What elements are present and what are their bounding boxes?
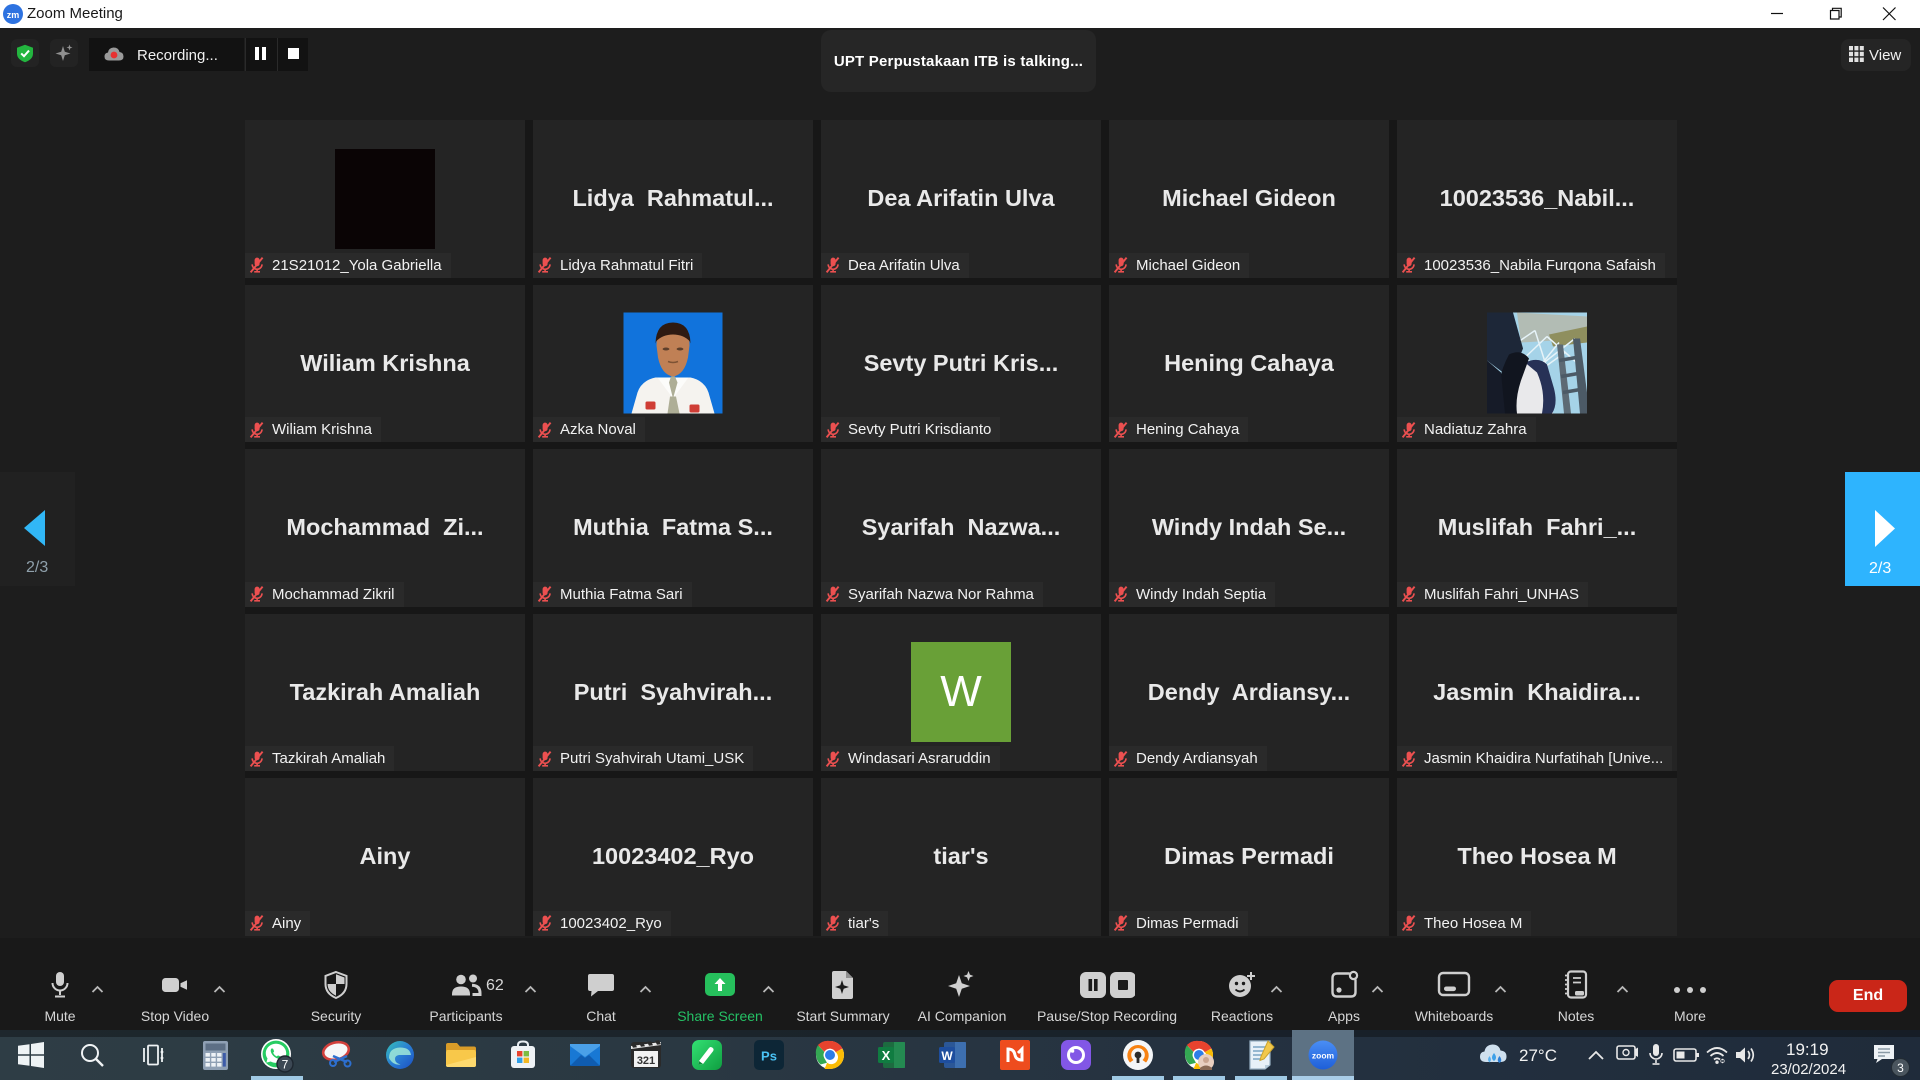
svg-text:7: 7: [282, 1058, 289, 1072]
svg-text:W: W: [941, 1049, 953, 1063]
svg-text:zoom: zoom: [1311, 1051, 1334, 1061]
svg-text:Ps: Ps: [761, 1049, 777, 1064]
svg-text:321: 321: [637, 1055, 655, 1067]
svg-text:X: X: [882, 1048, 891, 1063]
svg-text:zm: zm: [7, 10, 20, 20]
